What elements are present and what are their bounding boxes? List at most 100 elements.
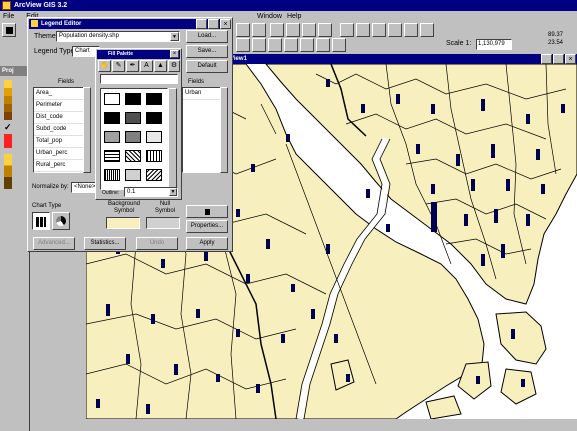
toolbar-button-10[interactable] (372, 23, 386, 37)
settings-palette-tab[interactable]: ⚙ (168, 60, 180, 72)
fill-swatch[interactable] (146, 150, 162, 162)
toolbar-button-11[interactable] (388, 23, 402, 37)
legend-type-value: Chart (75, 48, 90, 54)
field-item[interactable]: Dist_code (34, 112, 90, 124)
null-symbol-swatch[interactable] (146, 217, 180, 229)
statistics-button[interactable]: Statistics... (84, 237, 126, 250)
fields-list-scrollbar[interactable] (83, 87, 91, 173)
toolbar-button-6[interactable] (302, 23, 316, 37)
undo-button[interactable]: Undo (136, 237, 178, 250)
save-project-button[interactable] (2, 23, 16, 37)
menu-window[interactable]: Window (257, 11, 282, 22)
bar-chart-icon (36, 217, 46, 227)
fill-swatch[interactable] (104, 150, 120, 162)
apply-button[interactable]: Apply (186, 237, 228, 250)
toolbar-button-13[interactable] (420, 23, 434, 37)
scale-input[interactable]: 1,130,979 (476, 39, 512, 50)
default-button[interactable]: Default (186, 60, 228, 73)
fill-palette-close-button[interactable]: × (170, 50, 179, 58)
outline-dropdown[interactable]: 0.1 ▼ (124, 187, 178, 197)
field-item[interactable]: Subd_code (34, 124, 90, 136)
legend-editor-minimize-button[interactable] (196, 19, 207, 29)
theme-dropdown[interactable]: Population density.shp ▼ (56, 31, 180, 42)
legend-type-label: Legend Type: (34, 48, 77, 55)
fill-swatch[interactable] (125, 169, 141, 181)
menu-help[interactable]: Help (287, 11, 301, 22)
fill-swatch[interactable] (146, 131, 162, 143)
bar (106, 304, 110, 316)
fill-swatch[interactable] (104, 93, 120, 105)
font-palette-tab[interactable]: A (140, 60, 153, 72)
fill-palette-tab[interactable]: ✋ (98, 60, 111, 72)
fill-swatch[interactable] (104, 131, 120, 143)
app-logo-icon (2, 1, 11, 10)
fill-swatch[interactable] (104, 169, 120, 181)
legend-editor-maximize-button[interactable] (208, 19, 219, 29)
bar (216, 374, 220, 382)
advanced-button[interactable]: Advanced... (33, 237, 75, 250)
legend-editor-close-button[interactable]: × (220, 19, 231, 29)
view-close-button[interactable]: × (565, 54, 576, 64)
bar (416, 144, 420, 154)
bar (526, 114, 530, 124)
toolbar-button-12[interactable] (404, 23, 418, 37)
toolbar-button-7[interactable] (318, 23, 332, 37)
properties-button[interactable]: Properties... (186, 220, 228, 233)
toolbar-button-4[interactable] (270, 23, 284, 37)
label-tool-button[interactable] (332, 38, 346, 52)
bar (366, 189, 370, 198)
bar (361, 104, 365, 113)
toolbar-button-9[interactable] (356, 23, 370, 37)
background-symbol-swatch[interactable] (106, 217, 140, 229)
fill-swatch-grid[interactable] (100, 88, 168, 190)
menu-file[interactable]: File (3, 13, 14, 20)
theme-value: Population density.shp (59, 33, 119, 39)
toolbar-button-5[interactable] (286, 23, 300, 37)
measure-tool-button[interactable] (316, 38, 330, 52)
field-item[interactable]: Total_pop (34, 136, 90, 148)
view-minimize-button[interactable] (541, 54, 552, 64)
fill-swatch[interactable] (146, 93, 162, 105)
project-theme-legend-3 (4, 154, 12, 189)
fill-swatch[interactable] (125, 93, 141, 105)
disk-icon (6, 27, 13, 34)
pie-chart-type-button[interactable] (52, 212, 70, 230)
field-icon (205, 209, 210, 215)
fill-swatch[interactable] (125, 112, 141, 124)
fill-swatch[interactable] (125, 131, 141, 143)
normalize-label: Normalize by: (32, 184, 69, 190)
view-maximize-button[interactable] (553, 54, 564, 64)
zoom-out-tool-button[interactable] (284, 38, 298, 52)
bar (246, 274, 250, 283)
marker-palette-tab[interactable]: ✒ (126, 60, 139, 72)
bar-chart-type-button[interactable] (32, 212, 50, 230)
toolbar-button-8[interactable] (340, 23, 354, 37)
theme-visibility-checkbox[interactable]: ✓ (4, 122, 12, 133)
fill-swatch[interactable] (146, 169, 162, 181)
load-button[interactable]: Load... (186, 30, 228, 43)
identify-tool-button[interactable] (252, 38, 266, 52)
remove-field-button[interactable] (186, 205, 228, 218)
field-item[interactable]: Area_ (34, 88, 90, 100)
pointer-tool-button[interactable] (236, 38, 250, 52)
bar (521, 379, 525, 387)
selected-fields-scrollbar[interactable] (220, 87, 228, 173)
field-item[interactable]: Rural_perc (34, 160, 90, 172)
save-button[interactable]: Save... (186, 45, 228, 58)
fill-swatch-scrollbar[interactable] (168, 88, 177, 190)
fill-swatch[interactable] (125, 150, 141, 162)
field-item[interactable]: Perimeter (34, 100, 90, 112)
color-palette-tab[interactable]: ▲ (154, 60, 167, 72)
toolbar-button-2[interactable] (236, 23, 250, 37)
pen-palette-tab[interactable]: ✎ (112, 60, 125, 72)
bar (346, 374, 350, 382)
app-title-bar: ArcView GIS 3.2 (0, 0, 577, 11)
fill-swatch[interactable] (146, 112, 162, 124)
pan-tool-button[interactable] (300, 38, 314, 52)
palette-tabs: ✋ ✎ ✒ A ▲ ⚙ (98, 60, 180, 72)
bar (501, 244, 505, 258)
zoom-in-tool-button[interactable] (268, 38, 282, 52)
fill-swatch[interactable] (104, 112, 120, 124)
toolbar-button-3[interactable] (252, 23, 266, 37)
field-item[interactable]: Urban_perc (34, 148, 90, 160)
